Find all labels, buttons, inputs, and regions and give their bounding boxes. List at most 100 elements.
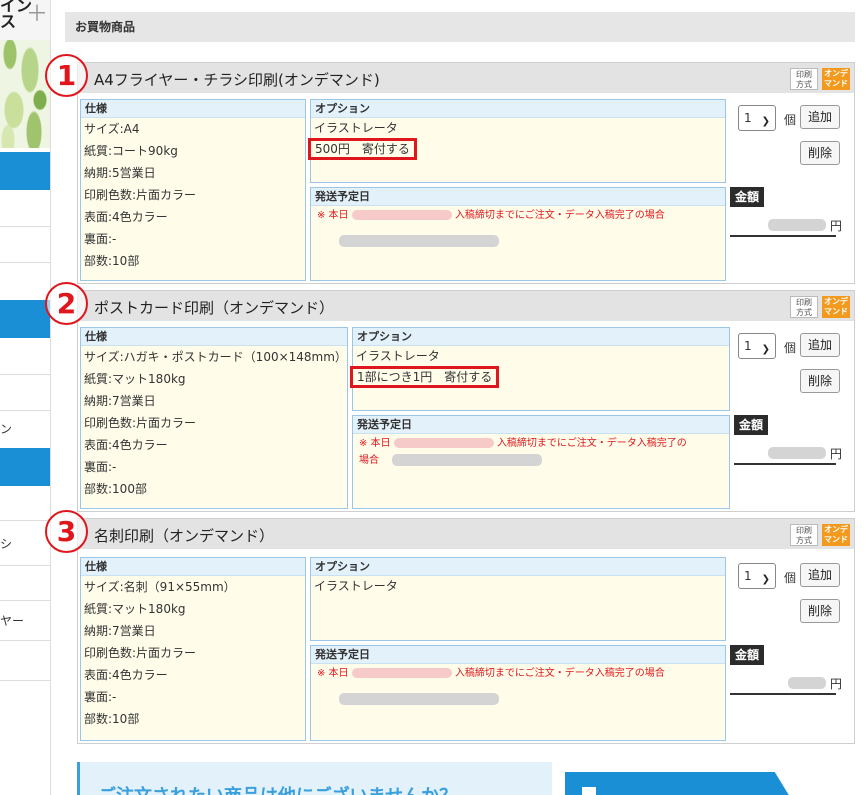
sidebar-divider [0, 600, 50, 601]
sidebar-logo[interactable]: イン ス ＋ [0, 0, 50, 40]
left-sidebar: イン ス ＋ ン シ ヤー [0, 0, 51, 795]
blurred-amount [788, 677, 826, 689]
chevron-down-icon: ❯ [761, 116, 770, 127]
ship-today: ※ 本日 [317, 668, 349, 679]
sidebar-divider [0, 565, 50, 566]
print-method-badge: 印刷 方式 [790, 68, 818, 90]
sidebar-divider [0, 520, 50, 521]
spec-size: サイズ:名刺（91×55mm） [84, 580, 236, 594]
spec-header: 仕様 [81, 100, 305, 118]
spec-box: 仕様 サイズ:A4 紙質:コート90kg 納期:5営業日 印刷色数:片面カラー … [80, 99, 306, 281]
ship-note: 入稿締切までにご注文・データ入稿完了の場合 [454, 668, 665, 679]
spec-box: 仕様 サイズ:名刺（91×55mm） 紙質:マット180kg 納期:7営業日 印… [80, 557, 306, 741]
delete-button[interactable]: 削除 [800, 141, 840, 165]
cart-item-3: 3 名刺印刷（オンデマンド） 印刷 方式 オンデ マンド 仕様 サイズ:名刺（9… [45, 510, 855, 744]
sidebar-divider [0, 680, 50, 681]
spec-quantity: 部数:10部 [84, 712, 140, 726]
continue-shopping-button[interactable] [565, 772, 793, 795]
delete-button[interactable]: 削除 [800, 599, 840, 623]
spec-colors: 印刷色数:片面カラー [84, 188, 197, 202]
chevron-down-icon: ❯ [761, 574, 770, 585]
spec-header: 仕様 [81, 328, 347, 346]
spec-box: 仕様 サイズ:ハガキ・ポストカード（100×148mm） 紙質:マット180kg… [80, 327, 348, 509]
spec-quantity: 部数:10部 [84, 254, 140, 268]
yen-unit: 円 [830, 677, 843, 691]
add-button[interactable]: 追加 [800, 105, 840, 129]
cart-item-1: 1 A4フライヤー・チラシ印刷(オンデマンド) 印刷 方式 オンデ マンド 仕様… [45, 54, 855, 284]
sidebar-item-active-2[interactable] [0, 300, 50, 338]
ship-box: 発送予定日 ※ 本日 入稿締切までにご注文・データ入稿完了の場合 [310, 645, 726, 741]
amount-label: 金額 [730, 645, 765, 665]
blurred-ship-date [392, 454, 543, 466]
quantity-select[interactable]: 1 ❯ [738, 563, 776, 589]
spec-size: サイズ:ハガキ・ポストカード（100×148mm） [84, 350, 347, 364]
blurred-amount [768, 447, 826, 459]
ondemand-badge: オンデ マンド [822, 296, 850, 318]
sidebar-divider [0, 410, 50, 411]
quantity-select[interactable]: 1 ❯ [738, 333, 776, 359]
sidebar-item-label[interactable]: シ [0, 535, 12, 552]
ship-today: ※ 本日 [317, 210, 349, 221]
spec-front: 表面:4色カラー [84, 668, 168, 682]
delete-button[interactable]: 削除 [800, 369, 840, 393]
option-software: イラストレータ [314, 579, 398, 593]
blurred-ship-date [339, 693, 499, 705]
spec-front: 表面:4色カラー [84, 438, 168, 452]
spec-front: 表面:4色カラー [84, 210, 168, 224]
spec-delivery: 納期:7営業日 [84, 624, 156, 638]
spec-paper: 紙質:マット180kg [84, 372, 186, 386]
spec-paper: 紙質:マット180kg [84, 602, 186, 616]
donation-option[interactable]: 1部につき1円 寄付する [350, 366, 500, 388]
plus-icon[interactable]: ＋ [26, 4, 48, 26]
print-method-badge: 印刷 方式 [790, 296, 818, 318]
amount-underline [734, 463, 836, 465]
blurred-deadline [351, 668, 452, 678]
spec-colors: 印刷色数:片面カラー [84, 646, 197, 660]
sidebar-divider [0, 374, 50, 375]
spec-colors: 印刷色数:片面カラー [84, 416, 197, 430]
option-box: オプション イラストレータ [310, 557, 726, 641]
ondemand-badge: オンデ マンド [822, 68, 850, 90]
banner-text: ご注文されたい商品は他にございませんか？ [98, 782, 457, 795]
option-header: オプション [311, 558, 725, 576]
spec-size: サイズ:A4 [84, 122, 140, 136]
donation-option[interactable]: 500円 寄付する [308, 138, 417, 160]
add-button[interactable]: 追加 [800, 563, 840, 587]
spec-delivery: 納期:5営業日 [84, 166, 156, 180]
blurred-deadline [351, 210, 452, 220]
product-title: ポストカード印刷（オンデマンド） [94, 299, 335, 317]
ship-note-cont: 場合 [359, 455, 379, 466]
spec-header: 仕様 [81, 558, 305, 576]
item-number-marker: 2 [45, 282, 88, 325]
ship-box: 発送予定日 ※ 本日 入稿締切までにご注文・データ入稿完了の 場合 [352, 415, 730, 509]
option-box: オプション イラストレータ 500円 寄付する [308, 99, 726, 183]
option-header: オプション [353, 328, 729, 346]
spec-back: 裏面:- [84, 232, 117, 246]
ondemand-badge: オンデ マンド [822, 524, 850, 546]
option-box: オプション イラストレータ 1部につき1円 寄付する [350, 327, 730, 411]
product-header: 2 ポストカード印刷（オンデマンド） 印刷 方式 オンデ マンド [45, 282, 854, 325]
add-button[interactable]: 追加 [800, 333, 840, 357]
sidebar-item-active-1[interactable] [0, 152, 50, 190]
sidebar-item-label[interactable]: ン [0, 420, 12, 437]
quantity-select[interactable]: 1 ❯ [738, 105, 776, 131]
sidebar-item-active-3[interactable] [0, 448, 50, 486]
blurred-amount [768, 219, 826, 231]
chevron-down-icon: ❯ [761, 344, 770, 355]
banner-icon [582, 787, 596, 795]
spec-delivery: 納期:7営業日 [84, 394, 156, 408]
item-number-marker: 1 [45, 54, 88, 97]
quantity-unit: 個 [784, 113, 797, 127]
yen-unit: 円 [830, 447, 843, 461]
ship-note: 入稿締切までにご注文・データ入稿完了の場合 [454, 210, 665, 221]
sidebar-item-label[interactable]: ヤー [0, 612, 24, 629]
sidebar-divider [0, 640, 50, 641]
more-products-banner[interactable]: ご注文されたい商品は他にございませんか？ [77, 762, 552, 795]
spec-back: 裏面:- [84, 690, 117, 704]
quantity-unit: 個 [784, 341, 797, 355]
amount-label: 金額 [734, 415, 769, 435]
spec-quantity: 部数:100部 [84, 482, 147, 496]
quantity-unit: 個 [784, 571, 797, 585]
item-number-marker: 3 [45, 510, 88, 553]
section-title: お買物商品 [65, 12, 855, 42]
